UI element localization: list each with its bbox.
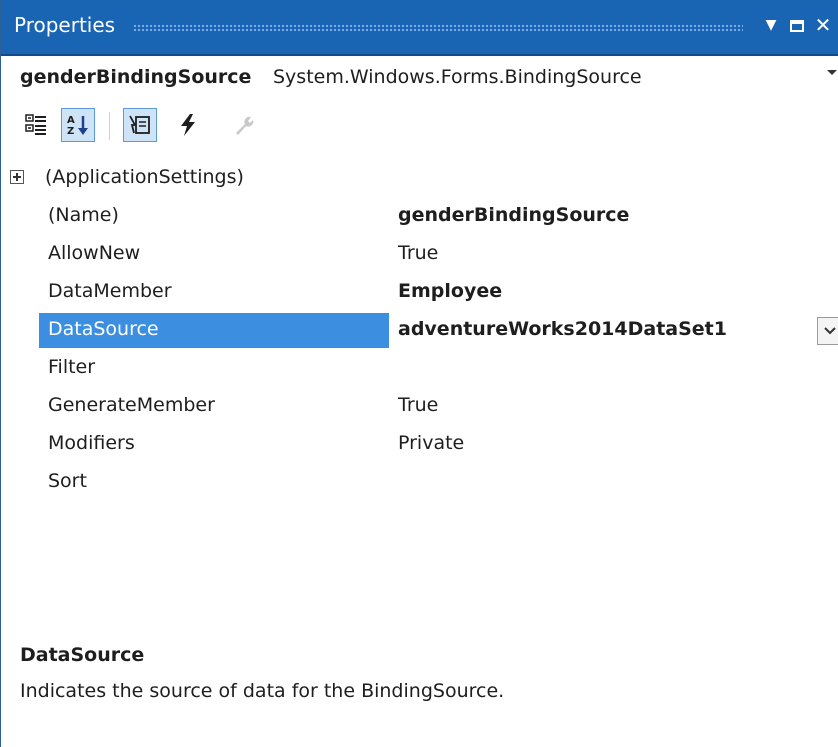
- title-bar[interactable]: Properties ▼ ✕: [1, 0, 838, 56]
- object-selector-dropdown-icon[interactable]: [827, 70, 837, 75]
- description-text: Indicates the source of data for the Bin…: [20, 680, 505, 702]
- maximize-icon: [790, 20, 804, 32]
- property-row-name[interactable]: (Name) genderBindingSource: [1, 198, 838, 236]
- property-row-datamember[interactable]: DataMember Employee: [1, 274, 838, 312]
- property-name: GenerateMember: [48, 394, 215, 416]
- property-name: Filter: [48, 356, 96, 378]
- title-grip[interactable]: [133, 24, 743, 32]
- property-value[interactable]: adventureWorks2014DataSet1: [398, 318, 727, 340]
- chevron-down-icon: [824, 327, 836, 335]
- lightning-bolt-icon: [181, 114, 195, 136]
- property-group-row[interactable]: (ApplicationSettings): [1, 160, 838, 198]
- window-position-dropdown-button[interactable]: ▼: [759, 12, 783, 38]
- property-value[interactable]: Employee: [398, 280, 502, 302]
- toolbar-separator: [109, 112, 110, 140]
- description-title: DataSource: [20, 644, 145, 666]
- value-dropdown-button[interactable]: [817, 317, 838, 345]
- object-selector[interactable]: genderBindingSource System.Windows.Forms…: [1, 56, 838, 101]
- property-name: DataMember: [48, 280, 172, 302]
- property-value[interactable]: True: [398, 394, 438, 416]
- property-name: Modifiers: [48, 432, 135, 454]
- wrench-icon: [236, 116, 254, 135]
- property-name: AllowNew: [48, 242, 141, 264]
- property-row-allownew[interactable]: AllowNew True: [1, 236, 838, 274]
- object-name: genderBindingSource: [20, 66, 252, 88]
- categorized-button[interactable]: [19, 108, 53, 142]
- close-icon: ✕: [814, 13, 832, 37]
- description-panel: DataSource Indicates the source of data …: [1, 636, 838, 747]
- events-button[interactable]: [171, 108, 205, 142]
- maximize-button[interactable]: [785, 12, 809, 38]
- categorized-icon: [25, 114, 46, 135]
- object-type: System.Windows.Forms.BindingSource: [273, 66, 642, 88]
- alphabetical-button[interactable]: A Z: [61, 108, 95, 142]
- property-name: (Name): [48, 204, 119, 226]
- properties-icon: [129, 115, 150, 134]
- triangle-down-icon: ▼: [765, 17, 777, 33]
- property-value[interactable]: True: [398, 242, 438, 264]
- window-title: Properties: [14, 13, 116, 37]
- property-name: DataSource: [48, 318, 159, 340]
- property-group-name: (ApplicationSettings): [45, 166, 244, 188]
- property-pages-button[interactable]: [227, 108, 261, 142]
- property-value[interactable]: Private: [398, 432, 464, 454]
- property-name: Sort: [48, 470, 87, 492]
- property-row-datasource[interactable]: DataSource adventureWorks2014DataSet1: [1, 312, 838, 350]
- properties-window: Properties ▼ ✕ genderBindingSource Syste…: [0, 0, 838, 747]
- properties-toolbar: A Z: [1, 100, 838, 152]
- property-row-sort[interactable]: Sort: [1, 464, 838, 502]
- alphabetical-icon: A Z: [67, 115, 88, 137]
- svg-text:A: A: [67, 115, 75, 126]
- property-row-filter[interactable]: Filter: [1, 350, 838, 388]
- properties-button[interactable]: [123, 108, 157, 142]
- property-row-generatemember[interactable]: GenerateMember True: [1, 388, 838, 426]
- property-name-cell: [39, 465, 389, 500]
- property-row-modifiers[interactable]: Modifiers Private: [1, 426, 838, 464]
- svg-text:Z: Z: [67, 126, 74, 137]
- property-value[interactable]: genderBindingSource: [398, 204, 629, 226]
- expand-icon[interactable]: [10, 170, 24, 184]
- close-button[interactable]: ✕: [811, 12, 835, 38]
